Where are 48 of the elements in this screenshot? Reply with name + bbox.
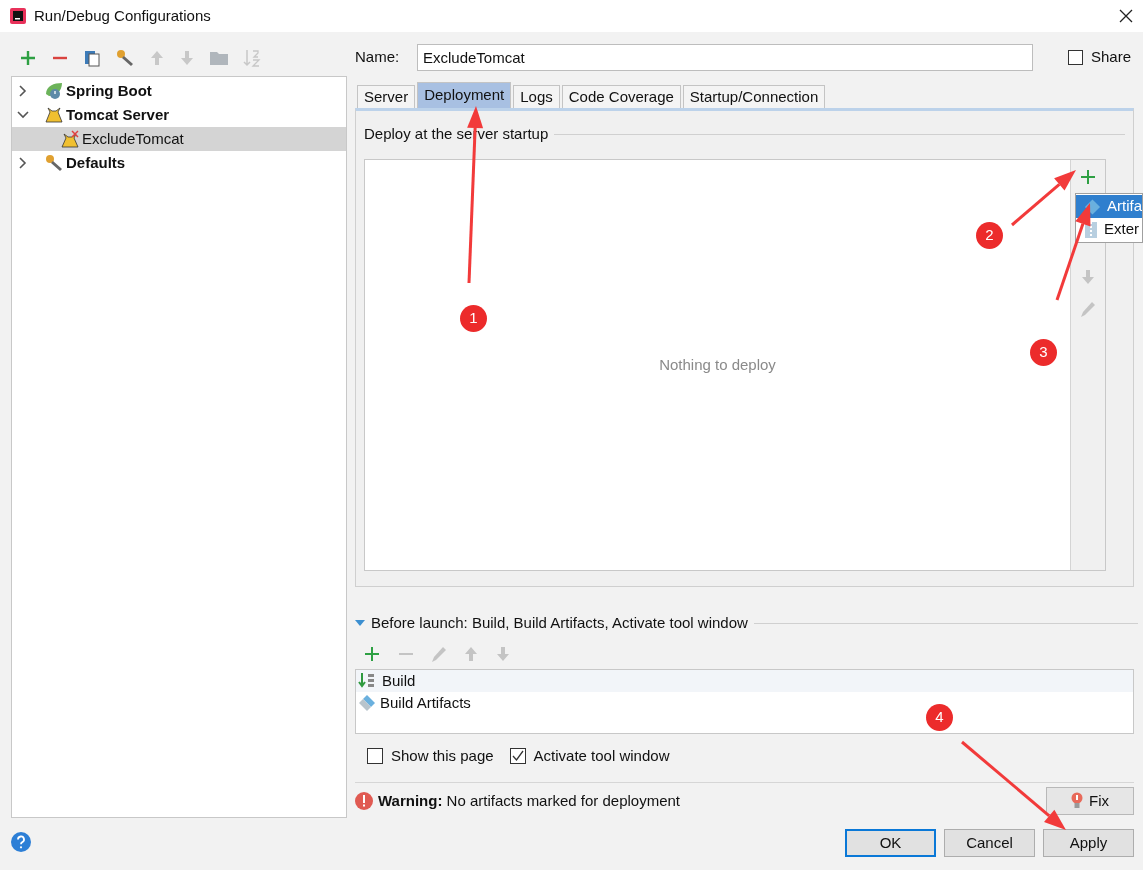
help-icon[interactable] xyxy=(11,832,31,852)
tab[interactable]: Startup/Connection xyxy=(682,85,826,108)
tree-item[interactable]: Tomcat Server xyxy=(12,103,346,127)
tree-item[interactable]: Spring Boot xyxy=(12,79,346,103)
diamond-cluster-icon xyxy=(1084,197,1101,216)
checkbox[interactable] xyxy=(509,748,526,764)
diamond-cluster-icon xyxy=(358,694,376,712)
close-icon[interactable] xyxy=(1119,9,1133,23)
arrow-down-icon[interactable] xyxy=(495,645,511,663)
wrench-icon[interactable] xyxy=(115,49,135,67)
tab[interactable]: Code Coverage xyxy=(561,85,681,108)
copy-icon[interactable] xyxy=(83,49,101,67)
section-heading[interactable]: Before launch: Build, Build Artifacts, Activate tool window xyxy=(371,611,748,635)
share-checkbox[interactable] xyxy=(1067,49,1083,65)
window-title: Run/Debug Configurations xyxy=(34,5,211,26)
checkbox-label: Activate tool window xyxy=(533,745,670,766)
tab[interactable]: Deployment xyxy=(417,82,512,108)
app-logo-icon xyxy=(10,8,26,24)
menu-item[interactable]: Artifa xyxy=(1076,195,1142,218)
fix-button[interactable]: Fix xyxy=(1046,787,1134,815)
dialog-button[interactable]: Apply xyxy=(1043,829,1134,857)
pencil-icon[interactable] xyxy=(431,645,447,663)
add-icon[interactable] xyxy=(1079,168,1097,186)
lightbulb-icon xyxy=(1071,792,1083,810)
arrow-down-icon[interactable] xyxy=(1080,268,1096,286)
checkbox-label: Show this page xyxy=(391,745,494,766)
leaf-power-icon xyxy=(44,82,64,100)
arrow-up-icon[interactable] xyxy=(463,645,479,663)
add-icon[interactable] xyxy=(363,645,381,663)
name-label: Name: xyxy=(355,46,401,67)
task-item[interactable]: Build xyxy=(356,670,1133,692)
tab[interactable]: Logs xyxy=(513,85,560,108)
tab[interactable]: Server xyxy=(357,85,416,108)
empty-list-text: Nothing to deploy xyxy=(659,354,776,375)
wrench-icon xyxy=(44,154,64,172)
add-icon[interactable] xyxy=(19,49,37,67)
tree-item[interactable]: ExcludeTomcat xyxy=(12,127,346,151)
warning-message: Warning: No artifacts marked for deployment xyxy=(378,790,681,811)
tree-item[interactable]: Defaults xyxy=(12,151,346,175)
checkbox[interactable] xyxy=(367,748,383,764)
pencil-icon[interactable] xyxy=(1080,300,1096,318)
expand-triangle-icon[interactable] xyxy=(355,619,365,627)
share-label: Share xyxy=(1090,46,1131,67)
dialog-button[interactable]: Cancel xyxy=(944,829,1035,857)
error-icon xyxy=(355,792,373,810)
folder-icon[interactable] xyxy=(209,50,229,66)
name-field[interactable]: ExcludeTomcat xyxy=(417,43,1033,71)
dialog-button[interactable]: OK xyxy=(845,829,936,857)
